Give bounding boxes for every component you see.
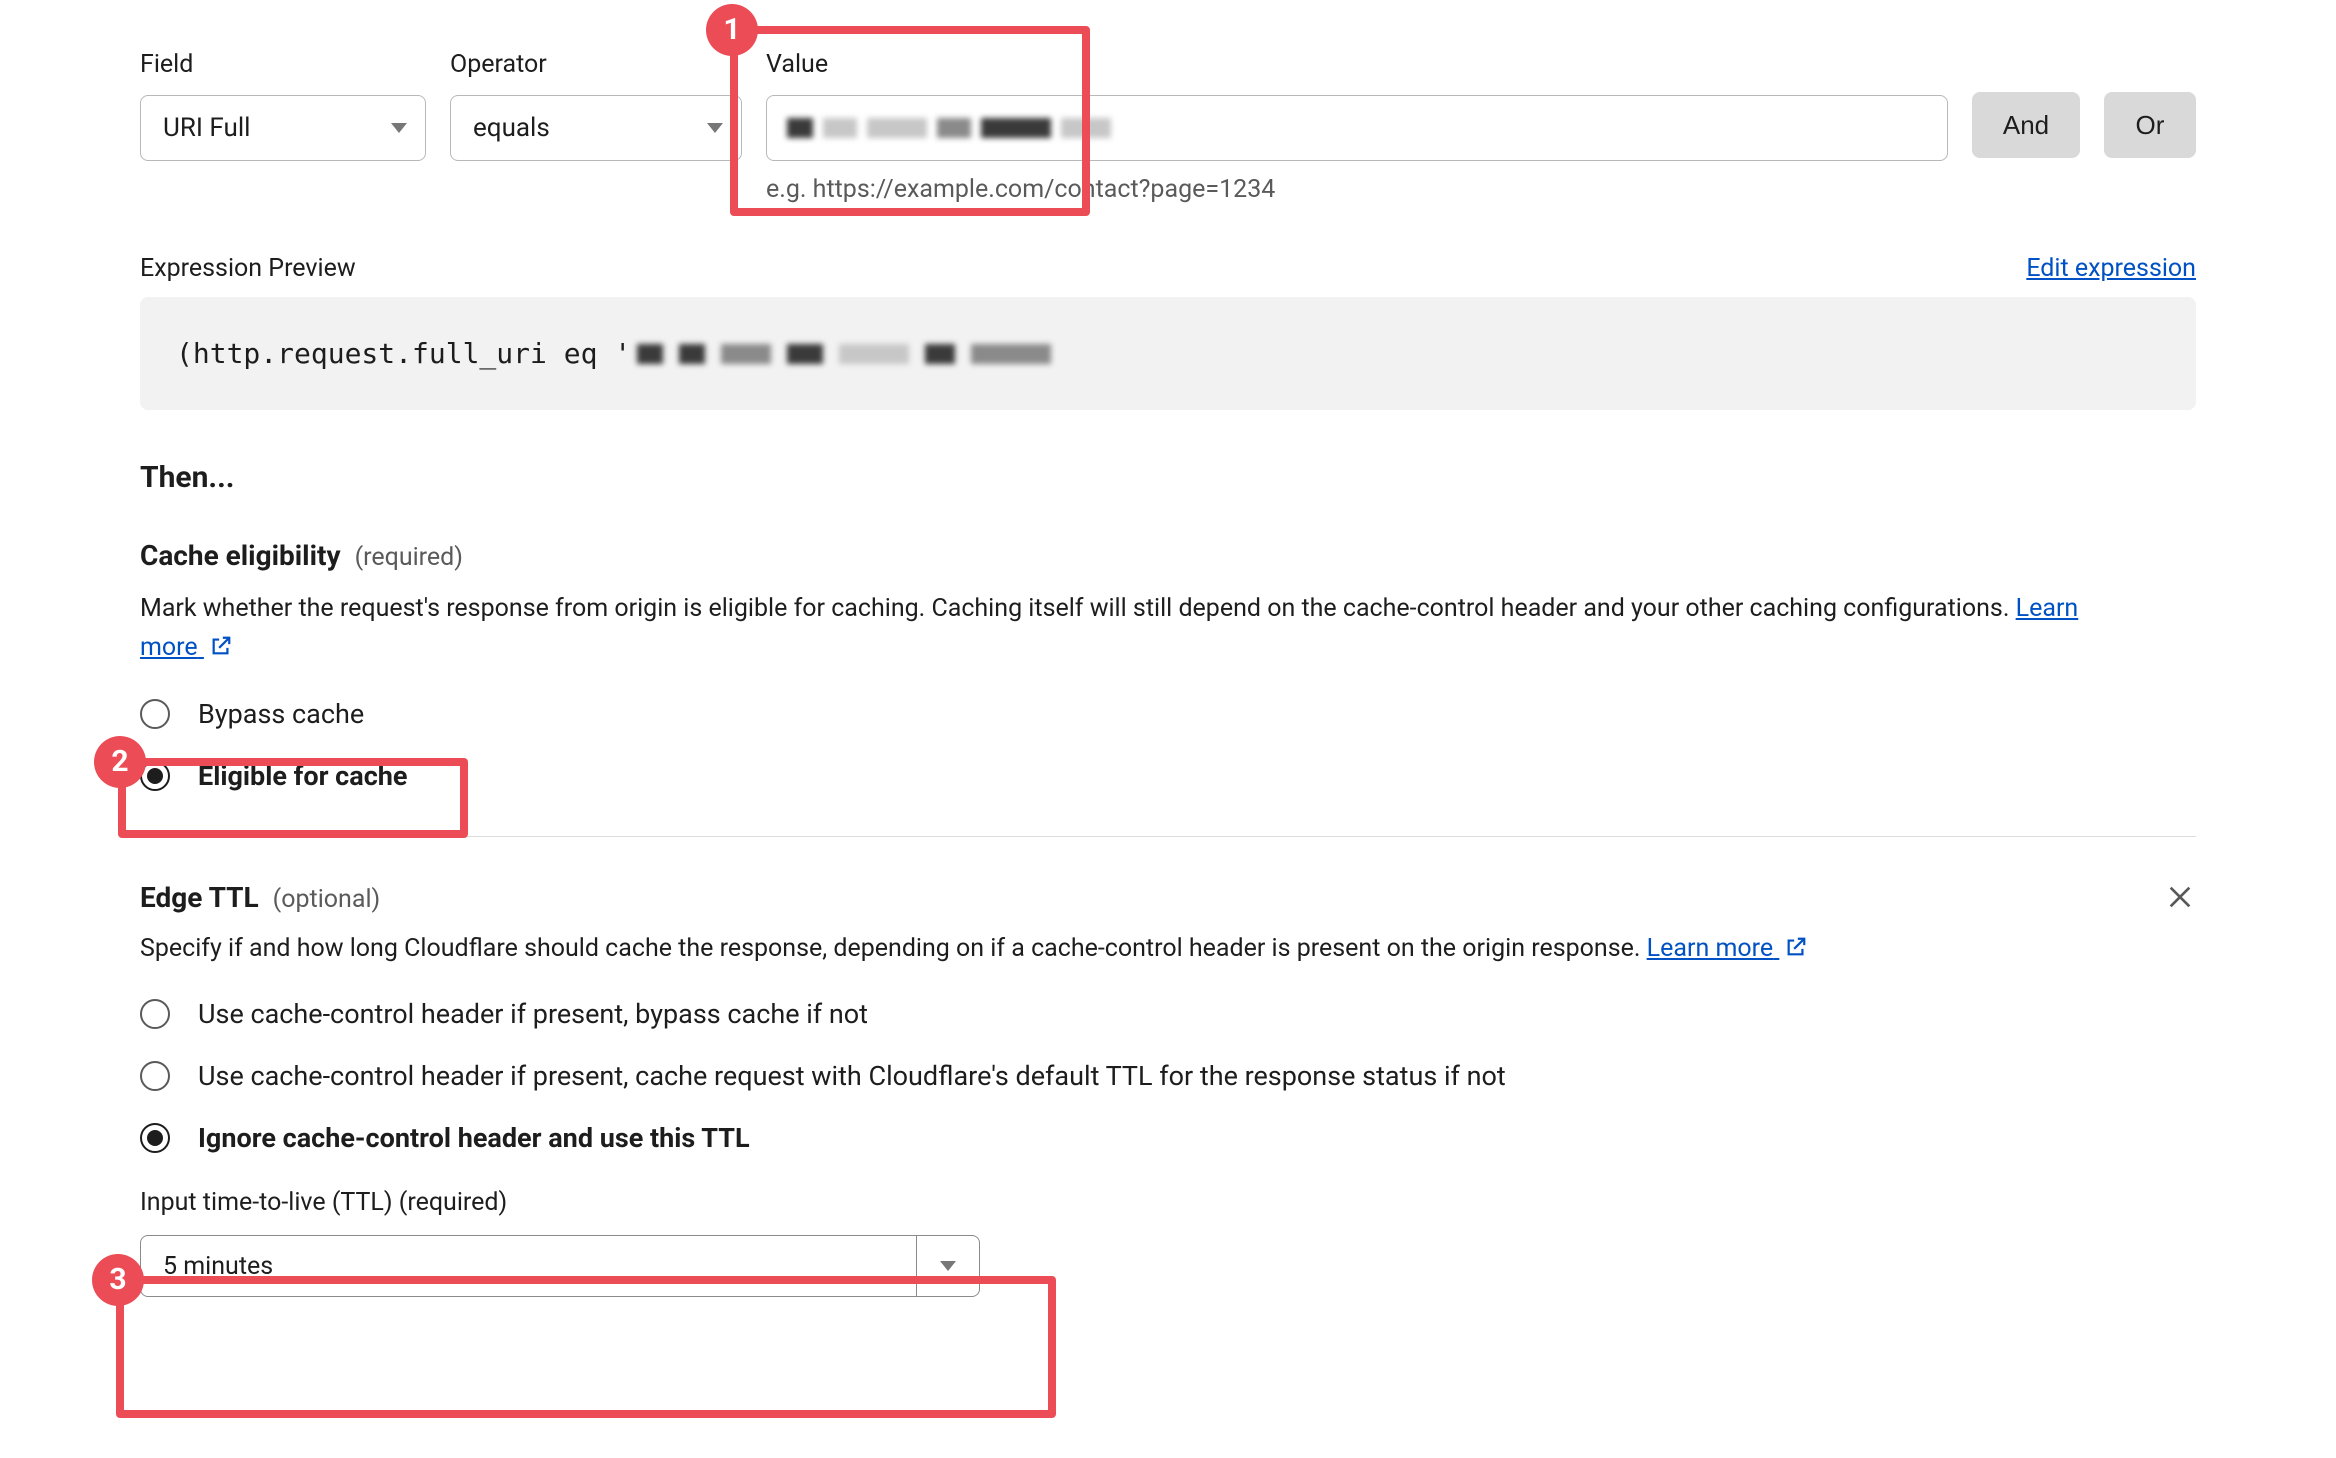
expression-preview-header: Expression Preview Edit expression <box>140 254 2196 283</box>
expression-preview-box: (http.request.full_uri eq ' <box>140 297 2196 410</box>
edge-opt1-label: Use cache-control header if present, byp… <box>198 998 868 1030</box>
operator-label: Operator <box>450 50 742 79</box>
annotation-badge-2: 2 <box>94 736 146 788</box>
edge-opt2-label: Use cache-control header if present, cac… <box>198 1060 1506 1092</box>
edge-ttl-desc: Specify if and how long Cloudflare shoul… <box>140 930 2100 969</box>
edge-opt-default-ttl[interactable]: Use cache-control header if present, cac… <box>140 1060 2196 1092</box>
field-select-value: URI Full <box>163 113 250 143</box>
edge-learn-more-link[interactable]: Learn more <box>1647 934 1808 963</box>
value-column: Value e.g. https://example.com/contact?p… <box>766 50 1948 204</box>
redacted-expression <box>637 344 1051 364</box>
cache-option-bypass-label: Bypass cache <box>198 698 364 730</box>
radio-icon <box>140 1061 170 1091</box>
value-label: Value <box>766 50 1948 79</box>
then-heading: Then... <box>140 460 2196 495</box>
expression-preview-label: Expression Preview <box>140 254 356 283</box>
field-select[interactable]: URI Full <box>140 95 426 161</box>
cache-eligibility-desc: Mark whether the request's response from… <box>140 590 2100 668</box>
field-column: Field URI Full <box>140 50 426 161</box>
or-button[interactable]: Or <box>2104 92 2196 158</box>
ttl-select-value: 5 minutes <box>141 1252 916 1281</box>
radio-icon <box>140 699 170 729</box>
chevron-down-icon <box>707 123 723 133</box>
annotation-badge-1: 1 <box>706 4 758 56</box>
cache-eligibility-title: Cache eligibility <box>140 539 341 572</box>
edge-ttl-tag: (optional) <box>273 885 381 914</box>
chevron-down-icon <box>391 123 407 133</box>
edge-ttl-header: Edge TTL (optional) <box>140 881 2196 914</box>
edge-opt-bypass[interactable]: Use cache-control header if present, byp… <box>140 998 2196 1030</box>
edge-ttl-heading: Edge TTL (optional) <box>140 881 380 914</box>
operator-select-value: equals <box>473 113 550 143</box>
cache-option-eligible[interactable]: Eligible for cache <box>140 760 2196 792</box>
cache-option-eligible-label: Eligible for cache <box>198 760 407 792</box>
ttl-input-label: Input time-to-live (TTL) (required) <box>140 1188 2196 1217</box>
ttl-input-section: Input time-to-live (TTL) (required) 5 mi… <box>140 1188 2196 1297</box>
divider <box>140 836 2196 837</box>
ttl-select-caret <box>917 1261 979 1271</box>
chevron-down-icon <box>940 1261 956 1271</box>
edge-opt3-label: Ignore cache-control header and use this… <box>198 1122 750 1154</box>
external-link-icon <box>210 635 232 657</box>
edge-opt-ignore-use-ttl[interactable]: Ignore cache-control header and use this… <box>140 1122 2196 1154</box>
annotation-badge-3: 3 <box>92 1254 144 1306</box>
cache-option-bypass[interactable]: Bypass cache <box>140 698 2196 730</box>
edge-learn-more-text: Learn more <box>1647 934 1773 963</box>
and-col: And <box>1972 50 2080 158</box>
edit-expression-link[interactable]: Edit expression <box>2026 254 2196 283</box>
annotation-highlight-3 <box>116 1276 1056 1418</box>
or-col: Or <box>2104 50 2196 158</box>
cache-eligibility-heading: Cache eligibility (required) <box>140 539 2196 572</box>
edge-ttl-title: Edge TTL <box>140 881 259 914</box>
value-hint: e.g. https://example.com/contact?page=12… <box>766 175 1948 204</box>
radio-icon <box>140 999 170 1029</box>
filter-row: Field URI Full Operator equals Value <box>140 50 2196 204</box>
expression-code-prefix: (http.request.full_uri eq ' <box>176 337 631 370</box>
and-button[interactable]: And <box>1972 92 2080 158</box>
external-link-icon <box>1785 936 1807 958</box>
edge-ttl-options: Use cache-control header if present, byp… <box>140 998 2196 1154</box>
radio-icon <box>140 1123 170 1153</box>
cache-eligibility-tag: (required) <box>355 543 463 572</box>
value-input[interactable] <box>766 95 1948 161</box>
field-label: Field <box>140 50 426 79</box>
operator-select[interactable]: equals <box>450 95 742 161</box>
redacted-value <box>787 118 1111 138</box>
cache-eligibility-options: Bypass cache Eligible for cache <box>140 698 2196 792</box>
edge-desc-text: Specify if and how long Cloudflare shoul… <box>140 934 1647 963</box>
close-icon[interactable] <box>2164 881 2196 913</box>
operator-column: Operator equals <box>450 50 742 161</box>
ttl-select[interactable]: 5 minutes <box>140 1235 980 1297</box>
cache-desc-text: Mark whether the request's response from… <box>140 594 2016 623</box>
